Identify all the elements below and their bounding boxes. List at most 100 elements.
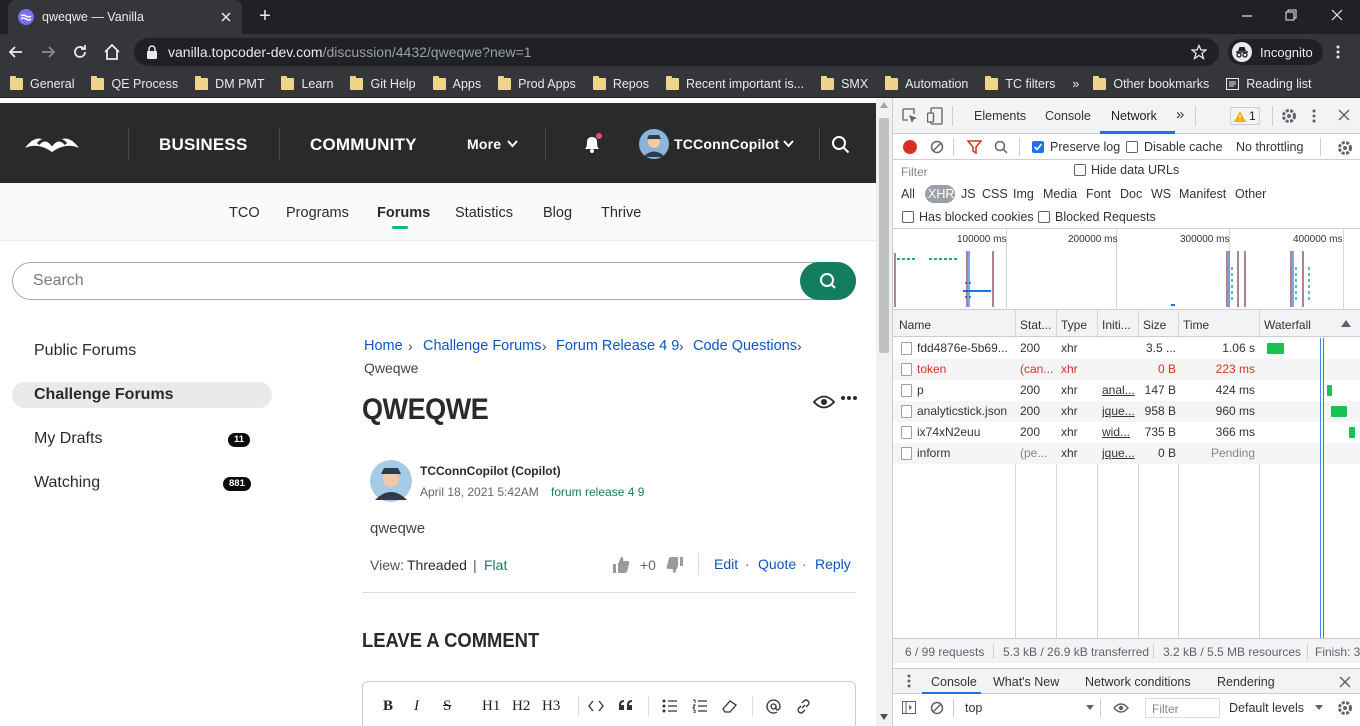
subnav-blog[interactable]: Blog	[543, 205, 572, 221]
request-initiator[interactable]: anal...	[1102, 380, 1137, 401]
request-initiator[interactable]: jque...	[1102, 443, 1137, 464]
bookmark-item[interactable]: QE Process	[91, 75, 178, 91]
notification-bell-icon[interactable]	[582, 133, 602, 155]
italic-button[interactable]: I	[414, 698, 419, 715]
request-name[interactable]: p	[917, 380, 1013, 401]
bookmark-item[interactable]: Recent important is...	[665, 75, 804, 91]
page-scrollbar[interactable]	[876, 98, 892, 726]
type-filter-xhr[interactable]: XHR	[928, 187, 954, 201]
reading-list[interactable]: Reading list	[1226, 77, 1312, 91]
reload-icon[interactable]	[70, 42, 90, 62]
console-clear-icon[interactable]	[930, 701, 944, 715]
strike-button[interactable]: S	[443, 698, 451, 715]
console-context-select[interactable]: top	[965, 701, 982, 715]
console-filter-input[interactable]: Filter	[1145, 698, 1220, 718]
type-filter-js[interactable]: JS	[961, 187, 976, 201]
sidebar-item-my-drafts[interactable]: My Drafts	[34, 430, 102, 448]
breadcrumb-home[interactable]: Home	[364, 338, 403, 354]
tab-elements[interactable]: Elements	[974, 109, 1026, 123]
request-row[interactable]: token (can... xhr 0 B 223 ms	[893, 359, 1360, 380]
drawer-tab-whats-new[interactable]: What's New	[993, 675, 1059, 689]
network-filter-input[interactable]: Filter	[897, 162, 1061, 181]
bold-button[interactable]: B	[383, 698, 393, 715]
forum-search-input[interactable]: Search	[12, 262, 856, 300]
quote-link[interactable]: Quote	[758, 556, 796, 572]
request-name[interactable]: inform	[917, 443, 1013, 464]
bookmark-item[interactable]: Apps	[432, 75, 481, 91]
nav-business[interactable]: BUSINESS	[159, 135, 248, 155]
options-menu-icon[interactable]	[840, 395, 858, 401]
column-name[interactable]: Name	[899, 313, 931, 337]
search-icon[interactable]	[994, 140, 1008, 154]
author-avatar[interactable]	[370, 460, 412, 502]
sidebar-item-challenge-forums[interactable]: Challenge Forums	[34, 386, 174, 404]
breadcrumb-forum-release[interactable]: Forum Release 4 9	[556, 338, 679, 354]
minimize-icon[interactable]	[1236, 6, 1258, 26]
reply-link[interactable]: Reply	[815, 556, 851, 572]
request-name[interactable]: fdd4876e-5b69...	[917, 338, 1013, 359]
sidebar-item-public-forums[interactable]: Public Forums	[34, 342, 136, 360]
column-size[interactable]: Size	[1143, 313, 1166, 337]
preserve-log-checkbox[interactable]	[1032, 141, 1044, 153]
breadcrumb-challenge-forums[interactable]: Challenge Forums	[423, 338, 541, 354]
link-icon[interactable]	[796, 699, 811, 714]
topcoder-logo-icon[interactable]	[24, 130, 80, 152]
type-filter-manifest[interactable]: Manifest	[1179, 187, 1226, 201]
network-overview[interactable]: 100000 ms 200000 ms 300000 ms 400000 ms	[893, 229, 1360, 310]
bookmark-item[interactable]: Repos	[592, 75, 649, 91]
forum-search-button[interactable]	[800, 262, 856, 300]
device-toolbar-icon[interactable]	[927, 107, 943, 125]
column-initiator[interactable]: Initi...	[1102, 313, 1131, 337]
forward-icon[interactable]	[38, 42, 58, 62]
drawer-close-icon[interactable]	[1339, 676, 1351, 688]
heading1-button[interactable]: H1	[482, 698, 500, 715]
heading3-button[interactable]: H3	[542, 698, 560, 715]
more-tabs-icon[interactable]: »	[1176, 106, 1184, 123]
bookmark-item[interactable]: Learn	[281, 75, 333, 91]
subnav-tco[interactable]: TCO	[229, 205, 260, 221]
devtools-close-icon[interactable]	[1338, 109, 1350, 121]
request-row[interactable]: fdd4876e-5b69... 200 xhr 3.5 ... 1.06 s	[893, 338, 1360, 359]
scroll-up-icon[interactable]	[880, 102, 888, 108]
devtools-menu-icon[interactable]	[1311, 108, 1317, 124]
disable-cache-checkbox[interactable]	[1126, 141, 1138, 153]
request-row[interactable]: p 200 xhr anal... 147 B 424 ms	[893, 380, 1360, 401]
numbered-list-icon[interactable]	[692, 699, 708, 713]
sidebar-item-watching[interactable]: Watching	[34, 474, 100, 492]
console-settings-gear-icon[interactable]	[1337, 700, 1353, 716]
drawer-menu-icon[interactable]	[907, 674, 911, 688]
request-initiator[interactable]: wid...	[1102, 422, 1137, 443]
browser-tab[interactable]: qweqwe — Vanilla	[8, 0, 242, 34]
has-blocked-cookies-checkbox[interactable]	[902, 211, 914, 223]
bullet-list-icon[interactable]	[662, 699, 678, 713]
clear-icon[interactable]	[930, 140, 944, 154]
bookmark-item[interactable]: Prod Apps	[498, 75, 576, 91]
bookmark-item[interactable]: Automation	[885, 75, 968, 91]
sort-ascending-icon[interactable]	[1341, 320, 1351, 327]
console-sidebar-icon[interactable]	[902, 701, 916, 714]
column-waterfall[interactable]: Waterfall	[1264, 313, 1311, 337]
view-threaded[interactable]: Threaded	[407, 557, 467, 573]
warnings-badge[interactable]: 1	[1230, 107, 1260, 125]
scroll-down-icon[interactable]	[880, 714, 888, 720]
type-filter-all[interactable]: All	[901, 187, 915, 201]
column-type[interactable]: Type	[1061, 313, 1087, 337]
filter-funnel-icon[interactable]	[967, 140, 982, 154]
subnav-statistics[interactable]: Statistics	[455, 205, 513, 221]
type-filter-doc[interactable]: Doc	[1120, 187, 1142, 201]
column-time[interactable]: Time	[1183, 313, 1209, 337]
request-initiator[interactable]: jque...	[1102, 401, 1137, 422]
view-flat[interactable]: Flat	[484, 557, 507, 573]
request-name[interactable]: ix74xN2euu	[917, 422, 1013, 443]
drawer-tab-console[interactable]: Console	[931, 675, 977, 689]
type-filter-css[interactable]: CSS	[982, 187, 1008, 201]
subnav-forums[interactable]: Forums	[377, 205, 430, 221]
new-tab-button[interactable]: +	[254, 6, 276, 28]
context-dropdown-icon[interactable]	[1086, 705, 1094, 711]
type-filter-other[interactable]: Other	[1235, 187, 1266, 201]
hide-data-urls-checkbox[interactable]	[1074, 164, 1086, 176]
settings-gear-icon[interactable]	[1281, 108, 1297, 124]
network-settings-gear-icon[interactable]	[1337, 140, 1353, 156]
bookmark-star-icon[interactable]	[1191, 44, 1207, 60]
bookmark-item[interactable]: TC filters	[985, 75, 1055, 91]
